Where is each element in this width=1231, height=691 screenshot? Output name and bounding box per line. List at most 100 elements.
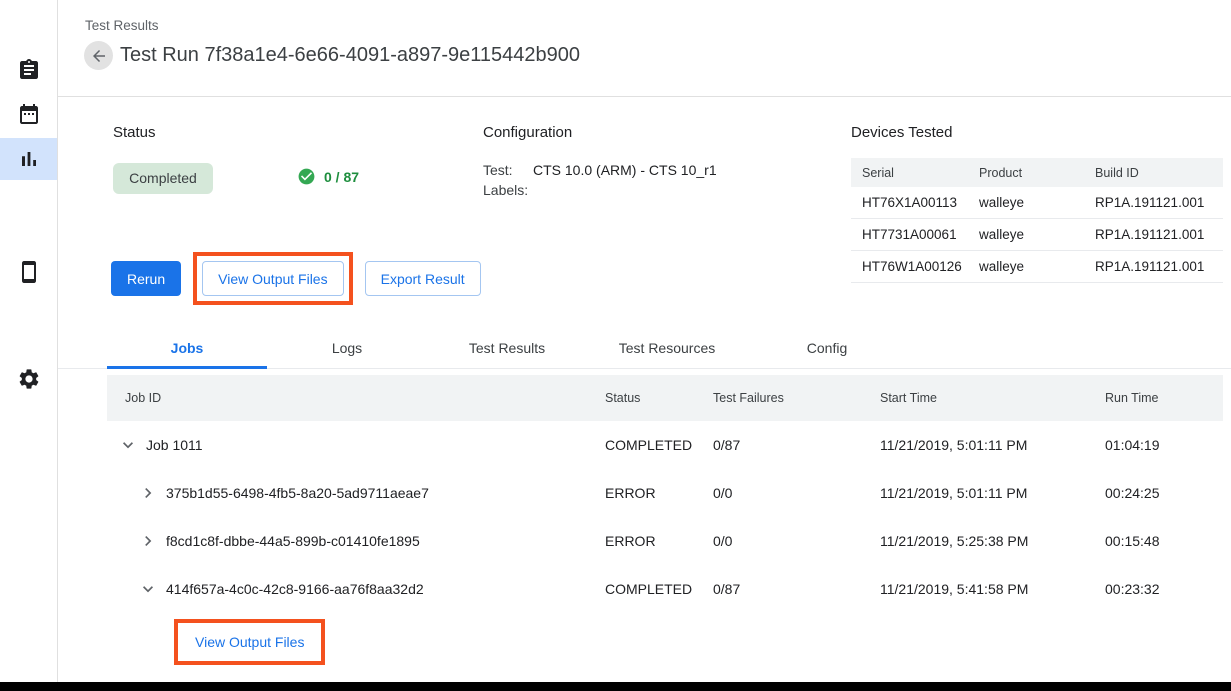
job-status: COMPLETED <box>605 581 713 597</box>
device-build-id: RP1A.191121.001 <box>1084 227 1223 242</box>
device-build-id: RP1A.191121.001 <box>1084 195 1223 210</box>
attempt-id: 375b1d55-6498-4fb5-8a20-5ad9711aeae7 <box>166 485 429 501</box>
column-header-build-id: Build ID <box>1084 166 1223 180</box>
config-label: Test: <box>483 160 533 180</box>
page-title: Test Run 7f38a1e4-6e66-4091-a897-9e11544… <box>120 44 580 67</box>
column-header-start-time: Start Time <box>880 391 1105 405</box>
devices-table-header: Serial Product Build ID <box>851 158 1223 187</box>
configuration-heading: Configuration <box>483 124 717 141</box>
status-badge: Completed <box>113 163 213 194</box>
clipboard-icon <box>17 58 41 82</box>
job-status: COMPLETED <box>605 437 713 453</box>
chevron-down-icon <box>118 435 138 455</box>
breadcrumb: Test Results <box>85 18 159 33</box>
jobs-table-header: Job ID Status Test Failures Start Time R… <box>107 375 1223 421</box>
job-start-time: 11/21/2019, 5:01:11 PM <box>880 437 1105 453</box>
device-row: HT7731A00061 walleye RP1A.191121.001 <box>851 219 1223 251</box>
devices-tested-heading: Devices Tested <box>851 124 1223 141</box>
expand-row-button[interactable] <box>137 530 159 552</box>
chevron-right-icon <box>138 531 158 551</box>
sidebar-item-schedule[interactable] <box>0 93 57 135</box>
job-run-time: 00:15:48 <box>1105 533 1223 549</box>
device-product: walleye <box>968 195 1084 210</box>
job-status: ERROR <box>605 485 713 501</box>
column-header-serial: Serial <box>851 166 968 180</box>
job-start-time: 11/21/2019, 5:25:38 PM <box>880 533 1105 549</box>
devices-tested-section: Devices Tested Serial Product Build ID H… <box>851 124 1223 283</box>
job-status: ERROR <box>605 533 713 549</box>
failure-count-text: 0 / 87 <box>324 169 359 185</box>
tab-logs[interactable]: Logs <box>267 330 427 369</box>
attempt-id: 414f657a-4c0c-42c8-9166-aa76f8aa32d2 <box>166 581 424 597</box>
action-buttons: Rerun View Output Files Export Result <box>111 252 481 305</box>
job-run-time: 00:23:32 <box>1105 581 1223 597</box>
sidebar-item-devices[interactable] <box>0 251 57 293</box>
collapse-row-button[interactable] <box>117 434 139 456</box>
configuration-section: Configuration Test: CTS 10.0 (ARM) - CTS… <box>483 124 717 200</box>
expand-row-button[interactable] <box>137 482 159 504</box>
page-header: Test Results Test Run 7f38a1e4-6e66-4091… <box>58 0 1231 97</box>
sidebar-item-settings[interactable] <box>0 358 57 400</box>
job-start-time: 11/21/2019, 5:01:11 PM <box>880 485 1105 501</box>
devices-table: Serial Product Build ID HT76X1A00113 wal… <box>851 158 1223 283</box>
calendar-icon <box>17 102 41 126</box>
device-product: walleye <box>968 227 1084 242</box>
chevron-right-icon <box>138 483 158 503</box>
config-row-labels: Labels: <box>483 180 717 200</box>
sidebar-item-test-plans[interactable] <box>0 49 57 91</box>
rerun-button[interactable]: Rerun <box>111 261 181 296</box>
job-attempt-row[interactable]: f8cd1c8f-dbbe-44a5-899b-c01410fe1895 ERR… <box>107 517 1223 565</box>
device-build-id: RP1A.191121.001 <box>1084 259 1223 274</box>
device-serial: HT7731A00061 <box>851 227 968 242</box>
device-row: HT76W1A00126 walleye RP1A.191121.001 <box>851 251 1223 283</box>
tab-jobs[interactable]: Jobs <box>107 330 267 369</box>
bottom-black-bar <box>0 682 1231 691</box>
device-serial: HT76X1A00113 <box>851 195 968 210</box>
check-circle-icon <box>297 167 316 186</box>
job-id: Job 1011 <box>146 437 203 453</box>
smartphone-icon <box>17 260 41 284</box>
tab-config[interactable]: Config <box>747 330 907 369</box>
config-value: CTS 10.0 (ARM) - CTS 10_r1 <box>533 160 717 180</box>
annotation-highlight-box: View Output Files <box>174 619 325 665</box>
job-test-failures: 0/87 <box>713 581 880 597</box>
job-test-failures: 0/87 <box>713 437 880 453</box>
job-attempt-row[interactable]: 414f657a-4c0c-42c8-9166-aa76f8aa32d2 COM… <box>107 565 1223 613</box>
back-arrow-icon <box>90 47 108 65</box>
gear-icon <box>17 367 41 391</box>
config-label: Labels: <box>483 180 533 200</box>
jobs-table: Job ID Status Test Failures Start Time R… <box>107 375 1223 665</box>
collapse-row-button[interactable] <box>137 578 159 600</box>
bar-chart-icon <box>17 147 41 171</box>
job-row[interactable]: Job 1011 COMPLETED 0/87 11/21/2019, 5:01… <box>107 421 1223 469</box>
sidebar-item-test-results[interactable] <box>0 138 57 180</box>
back-button[interactable] <box>84 41 113 70</box>
status-heading: Status <box>113 124 213 141</box>
view-output-files-link[interactable]: View Output Files <box>182 627 317 657</box>
view-output-files-button[interactable]: View Output Files <box>202 261 343 296</box>
config-row-test: Test: CTS 10.0 (ARM) - CTS 10_r1 <box>483 160 717 180</box>
column-header-product: Product <box>968 166 1084 180</box>
attempt-id: f8cd1c8f-dbbe-44a5-899b-c01410fe1895 <box>166 533 420 549</box>
job-start-time: 11/21/2019, 5:41:58 PM <box>880 581 1105 597</box>
device-product: walleye <box>968 259 1084 274</box>
tab-test-results[interactable]: Test Results <box>427 330 587 369</box>
test-failure-count: 0 / 87 <box>297 167 359 186</box>
job-run-time: 00:24:25 <box>1105 485 1223 501</box>
device-serial: HT76W1A00126 <box>851 259 968 274</box>
column-header-job-id: Job ID <box>107 391 605 405</box>
export-result-button[interactable]: Export Result <box>365 261 481 296</box>
device-row: HT76X1A00113 walleye RP1A.191121.001 <box>851 187 1223 219</box>
sidebar <box>0 0 58 682</box>
tab-bar: Jobs Logs Test Results Test Resources Co… <box>58 330 1231 369</box>
job-test-failures: 0/0 <box>713 485 880 501</box>
column-header-test-failures: Test Failures <box>713 391 880 405</box>
annotation-highlight-box: View Output Files <box>193 252 352 305</box>
column-header-status: Status <box>605 391 713 405</box>
column-header-run-time: Run Time <box>1105 391 1223 405</box>
job-attempt-row[interactable]: 375b1d55-6498-4fb5-8a20-5ad9711aeae7 ERR… <box>107 469 1223 517</box>
job-run-time: 01:04:19 <box>1105 437 1223 453</box>
tab-test-resources[interactable]: Test Resources <box>587 330 747 369</box>
chevron-down-icon <box>138 579 158 599</box>
job-test-failures: 0/0 <box>713 533 880 549</box>
